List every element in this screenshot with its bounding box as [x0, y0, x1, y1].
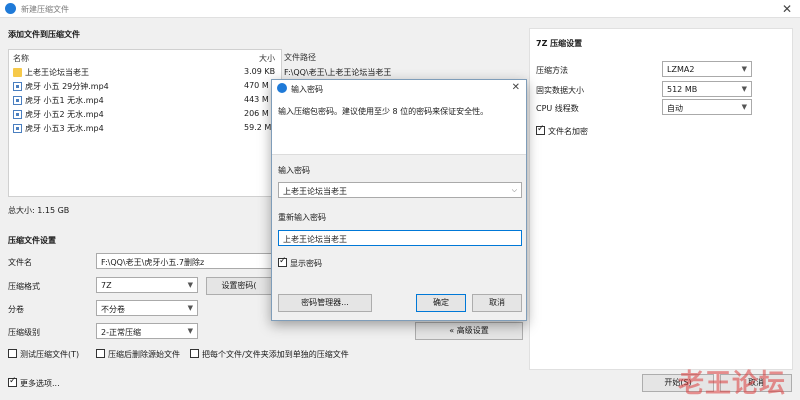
chevron-down-icon: ▼ [741, 85, 747, 93]
column-header-size[interactable]: 大小 [259, 53, 275, 64]
threads-label: CPU 线程数 [536, 104, 579, 113]
video-file-icon [13, 96, 22, 105]
password-label: 输入密码 [278, 166, 310, 175]
file-row[interactable]: 虎牙 小五3 无水.mp4 59.2 M [8, 122, 278, 135]
split-value: 不分卷 [101, 305, 125, 314]
delete-source-label: 压缩后删除源始文件 [108, 350, 180, 359]
advanced-settings-button[interactable]: « 高级设置 [415, 322, 523, 340]
password-input[interactable]: 上老王论坛当老王 ⌵ [278, 182, 522, 198]
dict-label: 固实数据大小 [536, 86, 584, 95]
video-file-icon [13, 124, 22, 133]
format-select[interactable]: 7Z ▼ [96, 277, 198, 293]
dialog-title: 输入密码 [291, 85, 323, 94]
file-path: F:\QQ\老王\上老王论坛当老王 [284, 68, 392, 77]
column-header-name[interactable]: 名称 [13, 53, 29, 64]
method-select[interactable]: LZMA2 ▼ [662, 61, 752, 77]
delete-source-checkbox[interactable] [96, 349, 105, 358]
chevron-down-icon: ▼ [741, 65, 747, 73]
video-file-icon [13, 82, 22, 91]
dialog-hint: 输入压缩包密码。建议使用至少 8 位的密码来保证安全性。 [278, 107, 489, 116]
column-header-path[interactable]: 文件路径 [284, 52, 316, 63]
file-row[interactable]: 虎牙 小五2 无水.mp4 206 M [8, 108, 278, 121]
files-heading: 添加文件到压缩文件 [8, 30, 80, 39]
chevron-down-icon: ⌵ [511, 186, 517, 194]
show-password-label: 显示密码 [290, 259, 322, 268]
password-value: 上老王论坛当老王 [283, 187, 347, 196]
window-title: 新建压缩文件 [21, 5, 69, 14]
test-archive-label: 测试压缩文件(T) [20, 350, 80, 359]
settings-heading: 压缩文件设置 [8, 236, 56, 245]
file-size: 443 M [244, 95, 269, 104]
seven-zip-heading: 7Z 压缩设置 [536, 39, 583, 48]
dict-value: 512 MB [667, 85, 698, 94]
watermark: 老王论坛 [677, 369, 786, 399]
video-file-icon [13, 110, 22, 119]
dialog-close-icon[interactable]: ✕ [512, 82, 520, 93]
app-icon [5, 3, 16, 14]
chevron-down-icon: ▼ [741, 103, 747, 111]
level-label: 压缩级别 [8, 328, 40, 337]
file-name: 虎牙 小五3 无水.mp4 [25, 124, 104, 133]
test-archive-checkbox[interactable] [8, 349, 17, 358]
password-dialog: 输入密码 ✕ 输入压缩包密码。建议使用至少 8 位的密码来保证安全性。 输入密码… [271, 79, 527, 321]
format-value: 7Z [101, 281, 112, 290]
file-size: 3.09 KB [244, 67, 276, 76]
chevron-down-icon: ▼ [187, 281, 193, 289]
dialog-header: 输入压缩包密码。建议使用至少 8 位的密码来保证安全性。 [272, 97, 526, 155]
method-value: LZMA2 [667, 65, 695, 74]
threads-value: 自动 [667, 104, 683, 113]
total-size: 总大小: 1.15 GB [8, 206, 70, 215]
title-bar: 新建压缩文件 ✕ [0, 0, 800, 18]
method-label: 压缩方法 [536, 66, 568, 75]
folder-icon [13, 68, 22, 77]
chevron-down-icon: ▼ [187, 304, 193, 312]
level-select[interactable]: 2-正常压缩 ▼ [96, 323, 198, 339]
level-value: 2-正常压缩 [101, 328, 141, 337]
file-size: 206 M [244, 109, 269, 118]
password-manager-button[interactable]: 密码管理器... [278, 294, 372, 312]
chevron-down-icon: ▼ [187, 327, 193, 335]
file-name: 虎牙 小五 29分钟.mp4 [25, 82, 109, 91]
more-options-label: 更多选项... [20, 379, 60, 388]
file-name: 虎牙 小五2 无水.mp4 [25, 110, 104, 119]
format-label: 压缩格式 [8, 282, 40, 291]
encrypt-names-label: 文件名加密 [548, 127, 588, 136]
show-password-checkbox[interactable] [278, 256, 287, 267]
separate-archives-label: 把每个文件/文件夹添加到单独的压缩文件 [202, 350, 349, 359]
dialog-cancel-button[interactable]: 取消 [472, 294, 522, 312]
file-row[interactable]: 上老王论坛当老王 3.09 KB F:\QQ\老王\上老王论坛当老王 [8, 66, 528, 79]
file-name: 虎牙 小五1 无水.mp4 [25, 96, 104, 105]
encrypt-names-checkbox[interactable] [536, 124, 545, 135]
more-options-checkbox[interactable] [8, 376, 17, 387]
app-icon [277, 83, 287, 93]
ok-button[interactable]: 确定 [416, 294, 466, 312]
separate-archives-checkbox[interactable] [190, 349, 199, 358]
file-row[interactable]: 虎牙 小五 29分钟.mp4 470 M [8, 80, 278, 93]
file-row[interactable]: 虎牙 小五1 无水.mp4 443 M [8, 94, 278, 107]
reenter-password-label: 重新输入密码 [278, 213, 326, 222]
dict-select[interactable]: 512 MB ▼ [662, 81, 752, 97]
file-size: 470 M [244, 81, 269, 90]
file-name: 上老王论坛当老王 [25, 68, 89, 77]
seven-zip-settings-panel [529, 28, 793, 370]
threads-select[interactable]: 自动 ▼ [662, 99, 752, 115]
close-window-icon[interactable]: ✕ [780, 2, 794, 16]
split-select[interactable]: 不分卷 ▼ [96, 300, 198, 316]
reenter-password-input[interactable]: 上老王论坛当老王 [278, 230, 522, 246]
file-size: 59.2 M [244, 123, 272, 132]
set-password-button[interactable]: 设置密码( [206, 277, 272, 295]
filename-label: 文件名 [8, 258, 32, 267]
dialog-title-bar: 输入密码 ✕ [272, 80, 526, 97]
filename-input[interactable]: F:\QQ\老王\虎牙小五.7删除z [96, 253, 272, 269]
split-label: 分卷 [8, 305, 24, 314]
